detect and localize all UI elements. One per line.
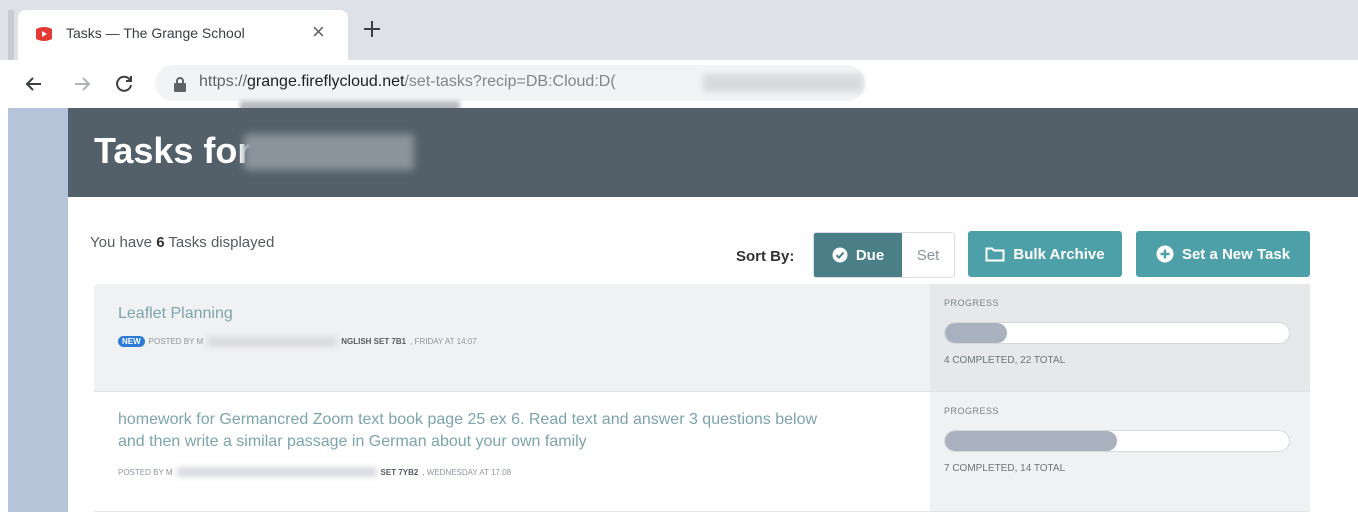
reload-icon[interactable] <box>112 72 136 96</box>
sort-by-label: Sort By: <box>736 248 795 265</box>
task-meta: POSTED BY M SET 7YB2 , WEDNESDAY AT 17:0… <box>118 467 511 477</box>
bulk-archive-label: Bulk Archive <box>1013 245 1105 263</box>
task-when: , WEDNESDAY AT 17:08 <box>422 467 512 477</box>
posted-by: POSTED BY M <box>148 337 204 346</box>
url-path: /set-tasks?recip=DB:Cloud:D( <box>404 73 616 90</box>
task-info: Leaflet Planning NEW POSTED BY M NGLISH … <box>94 284 930 391</box>
task-progress: PROGRESS 4 COMPLETED, 22 TOTAL <box>930 284 1310 391</box>
task-when: , FRIDAY AT 14:07 <box>410 337 477 346</box>
sort-due-label: Due <box>855 246 885 264</box>
redacted-teacher <box>207 336 338 347</box>
url-scheme: https:// <box>199 73 248 90</box>
sort-set-label: Set <box>916 246 940 264</box>
browser-tab[interactable]: Tasks — The Grange School × <box>18 10 348 60</box>
task-count-summary: You have 6 Tasks displayed <box>90 234 274 251</box>
new-badge: NEW <box>118 336 145 347</box>
bulk-archive-button[interactable]: Bulk Archive <box>968 231 1122 277</box>
posted-by: POSTED BY M <box>118 467 173 477</box>
back-arrow-icon[interactable] <box>22 72 46 96</box>
task-list-panel: You have 6 Tasks displayed Sort By: Due … <box>68 197 1358 512</box>
url-text: https://grange.fireflycloud.net/set-task… <box>199 73 616 91</box>
task-class: NGLISH SET 7B1 <box>341 337 407 346</box>
progress-bar <box>944 322 1290 344</box>
progress-text: 4 COMPLETED, 22 TOTAL <box>944 355 1066 366</box>
progress-fill <box>945 323 1007 343</box>
set-new-task-button[interactable]: Set a New Task <box>1136 231 1310 277</box>
firefly-favicon-icon <box>36 27 52 41</box>
summary-suffix: Tasks displayed <box>164 234 275 251</box>
sort-set-button[interactable]: Set <box>902 233 954 277</box>
progress-text: 7 COMPLETED, 14 TOTAL <box>944 463 1066 474</box>
task-progress: PROGRESS 7 COMPLETED, 14 TOTAL <box>930 392 1310 511</box>
redacted-name <box>244 134 414 170</box>
new-tab-icon[interactable] <box>360 17 384 41</box>
progress-label: PROGRESS <box>944 406 1000 416</box>
address-bar[interactable]: https://grange.fireflycloud.net/set-task… <box>155 65 865 101</box>
page-header: Tasks for <box>68 108 1358 197</box>
redacted-url <box>703 74 863 92</box>
progress-label: PROGRESS <box>944 298 1000 308</box>
redacted-teacher <box>176 467 377 477</box>
task-meta: NEW POSTED BY M NGLISH SET 7B1 , FRIDAY … <box>118 336 477 347</box>
set-new-task-label: Set a New Task <box>1181 245 1291 263</box>
task-info: homework for Germancred Zoom text book p… <box>94 392 930 511</box>
browser-tabstrip: Tasks — The Grange School × <box>0 0 1358 60</box>
forward-arrow-icon[interactable] <box>70 72 94 96</box>
tab-close-icon[interactable]: × <box>312 20 325 44</box>
sort-due-button[interactable]: Due <box>814 233 902 277</box>
task-title-link[interactable]: Leaflet Planning <box>118 303 818 325</box>
check-circle-icon <box>832 247 848 263</box>
tab-title: Tasks — The Grange School <box>66 25 245 41</box>
task-class: SET 7YB2 <box>380 467 419 477</box>
task-title-link[interactable]: homework for Germancred Zoom text book p… <box>118 409 818 453</box>
tabstrip-edge <box>8 10 14 60</box>
browser-toolbar: https://grange.fireflycloud.net/set-task… <box>0 60 1358 108</box>
task-row[interactable]: homework for Germancred Zoom text book p… <box>94 392 1310 512</box>
progress-bar <box>944 430 1290 452</box>
summary-prefix: You have <box>90 234 157 251</box>
page-title: Tasks for <box>94 130 252 171</box>
task-row[interactable]: Leaflet Planning NEW POSTED BY M NGLISH … <box>94 284 1310 392</box>
side-rail <box>8 108 68 512</box>
folder-icon <box>985 247 1005 262</box>
plus-circle-icon <box>1156 245 1174 263</box>
task-count: 6 <box>156 234 165 251</box>
url-host: grange.fireflycloud.net <box>247 73 405 90</box>
lock-icon <box>174 77 186 92</box>
sort-toggle: Due Set <box>813 232 955 278</box>
progress-fill <box>945 431 1117 451</box>
